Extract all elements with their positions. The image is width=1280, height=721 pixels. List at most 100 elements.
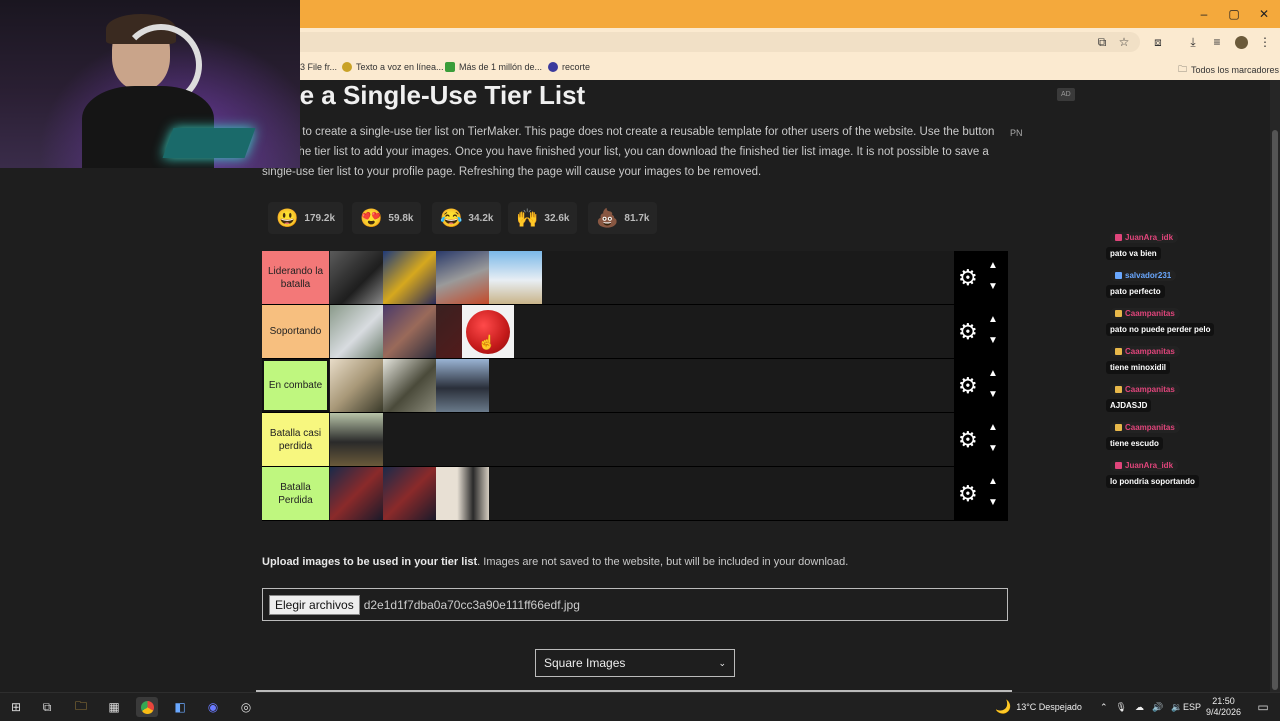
system-tray[interactable]: ⌃ 🎙 ☁ 🔊 🔉 xyxy=(1100,693,1182,721)
gear-icon[interactable]: ⚙ xyxy=(958,427,978,453)
bookmark-item[interactable]: 3 File fr... xyxy=(300,62,337,72)
tier-label[interactable]: Soportando xyxy=(262,305,329,358)
tier-image[interactable] xyxy=(489,251,542,304)
task-view-icon[interactable]: ⧉ xyxy=(36,697,58,717)
bookmark-item[interactable]: Más de 1 millón de... xyxy=(445,62,542,72)
tier-label[interactable]: Batalla Perdida xyxy=(262,467,329,520)
tier-row: En combate ⚙ ▲ ▼ xyxy=(262,359,1008,413)
tier-label[interactable]: Liderando la batalla xyxy=(262,251,329,304)
tier-image[interactable] xyxy=(330,305,383,358)
speaker-icon: 🔉 xyxy=(1171,701,1183,712)
maximize-button[interactable]: ▢ xyxy=(1218,0,1250,28)
tier-image[interactable] xyxy=(330,467,383,520)
ad-badge[interactable]: AD xyxy=(1057,88,1075,101)
weather-widget[interactable]: 🌙 13°C Despejado xyxy=(995,693,1082,721)
file-explorer-icon[interactable]: 🗀 xyxy=(70,697,92,717)
image-shape-select[interactable]: Square Images ⌄ xyxy=(535,649,735,677)
gear-icon[interactable]: ⚙ xyxy=(958,319,978,345)
url-input[interactable] xyxy=(290,32,1140,52)
tier-image[interactable] xyxy=(436,467,489,520)
all-bookmarks-folder[interactable]: 🗀 Todos los marcadores xyxy=(1178,62,1279,78)
tier-controls: ⚙ ▲ ▼ xyxy=(954,305,1008,358)
reaction-button[interactable]: 😍 59.8k xyxy=(352,202,422,234)
reaction-button[interactable]: 😃 179.2k xyxy=(268,202,344,234)
tier-image[interactable] xyxy=(383,467,436,520)
move-up-icon[interactable]: ▲ xyxy=(988,476,998,487)
chat-text: pato perfecto xyxy=(1106,285,1165,298)
tier-image[interactable] xyxy=(383,359,436,412)
file-input[interactable]: Elegir archivos d2e1d1f7dba0a70cc3a90e11… xyxy=(262,588,1008,621)
page-title: eate a Single-Use Tier List xyxy=(262,80,586,110)
user-badge-icon xyxy=(1115,462,1122,469)
tier-controls: ⚙ ▲ ▼ xyxy=(954,251,1008,304)
download-icon[interactable]: ⤓ xyxy=(1183,32,1203,52)
choose-files-button[interactable]: Elegir archivos xyxy=(269,594,360,615)
minimize-button[interactable]: – xyxy=(1188,0,1220,28)
chat-message: salvador231 pato perfecto xyxy=(1106,268,1278,306)
extensions-icon[interactable]: ⧈ xyxy=(1148,32,1168,52)
reaction-button[interactable]: 😂 34.2k xyxy=(432,202,502,234)
reaction-button[interactable]: 🙌 32.6k xyxy=(508,202,578,234)
translate-icon[interactable]: ⧉ xyxy=(1092,32,1112,52)
chrome-icon[interactable] xyxy=(136,697,158,717)
bookmark-item[interactable]: recorte xyxy=(548,62,590,72)
tier-image[interactable] xyxy=(330,413,383,466)
bookmark-star-icon[interactable]: ☆ xyxy=(1114,32,1134,52)
language-indicator[interactable]: ESP xyxy=(1183,693,1201,721)
selected-filename: d2e1d1f7dba0a70cc3a90e111ff66edf.jpg xyxy=(363,597,580,612)
notification-icon[interactable]: ▭ xyxy=(1252,697,1274,717)
gear-icon[interactable]: ⚙ xyxy=(958,265,978,291)
gear-icon[interactable]: ⚙ xyxy=(958,481,978,507)
media-icon[interactable]: ≡ xyxy=(1207,32,1227,52)
chat-message: Caampanitas AJDASJD xyxy=(1106,382,1278,420)
close-button[interactable]: ✕ xyxy=(1248,0,1280,28)
move-up-icon[interactable]: ▲ xyxy=(988,314,998,325)
move-down-icon[interactable]: ▼ xyxy=(988,497,998,508)
upload-note: . Images are not saved to the website, b… xyxy=(477,556,849,568)
start-icon[interactable]: ⊞ xyxy=(5,697,27,717)
reaction-button[interactable]: 💩 81.7k xyxy=(588,202,658,234)
tier-image[interactable] xyxy=(383,305,436,358)
select-value: Square Images xyxy=(544,656,626,670)
move-down-icon[interactable]: ▼ xyxy=(988,335,998,346)
webcam-overlay xyxy=(0,0,300,168)
reaction-count: 81.7k xyxy=(624,212,650,224)
tier-image[interactable] xyxy=(383,251,436,304)
intro-text: is page to create a single-use tier list… xyxy=(262,126,995,178)
chat-text: pato va bien xyxy=(1106,247,1161,260)
chat-message: JuanAra_idk lo pondria soportando xyxy=(1106,458,1278,496)
gear-icon[interactable]: ⚙ xyxy=(958,373,978,399)
discord-icon[interactable]: ◉ xyxy=(202,697,224,717)
move-down-icon[interactable]: ▼ xyxy=(988,443,998,454)
user-badge-icon xyxy=(1115,348,1122,355)
profile-avatar[interactable] xyxy=(1231,32,1251,52)
upload-instructions: Upload images to be used in your tier li… xyxy=(262,556,848,568)
obs-icon[interactable]: ◎ xyxy=(235,697,257,717)
tier-image[interactable] xyxy=(330,251,383,304)
chevron-down-icon: ⌄ xyxy=(718,657,726,668)
bookmark-item[interactable]: Texto a voz en línea... xyxy=(342,62,444,72)
move-down-icon[interactable]: ▼ xyxy=(988,281,998,292)
tier-image[interactable] xyxy=(330,359,383,412)
laughing-icon: 😂 xyxy=(440,207,463,228)
tier-label[interactable]: En combate xyxy=(262,359,329,412)
app-icon[interactable]: ◧ xyxy=(169,697,191,717)
tier-image[interactable] xyxy=(436,251,489,304)
user-badge-icon xyxy=(1115,386,1122,393)
menu-icon[interactable]: ⋮ xyxy=(1255,32,1275,52)
chat-text: pato no puede perder pelo xyxy=(1106,323,1215,336)
bookmark-favicon xyxy=(548,62,558,72)
stream-chat-overlay: JuanAra_idk pato va bien salvador231 pat… xyxy=(1106,230,1278,496)
chat-message: JuanAra_idk pato va bien xyxy=(1106,230,1278,268)
pn-label: PN xyxy=(1010,128,1023,138)
clock[interactable]: 21:50 9/4/2026 xyxy=(1206,693,1241,721)
tier-image[interactable] xyxy=(436,359,489,412)
calculator-icon[interactable]: ▦ xyxy=(103,697,125,717)
tier-label[interactable]: Batalla casi perdida xyxy=(262,413,329,466)
move-up-icon[interactable]: ▲ xyxy=(988,422,998,433)
move-up-icon[interactable]: ▲ xyxy=(988,260,998,271)
move-up-icon[interactable]: ▲ xyxy=(988,368,998,379)
move-down-icon[interactable]: ▼ xyxy=(988,389,998,400)
reaction-count: 34.2k xyxy=(468,212,494,224)
chevron-up-icon: ⌃ xyxy=(1100,701,1108,712)
